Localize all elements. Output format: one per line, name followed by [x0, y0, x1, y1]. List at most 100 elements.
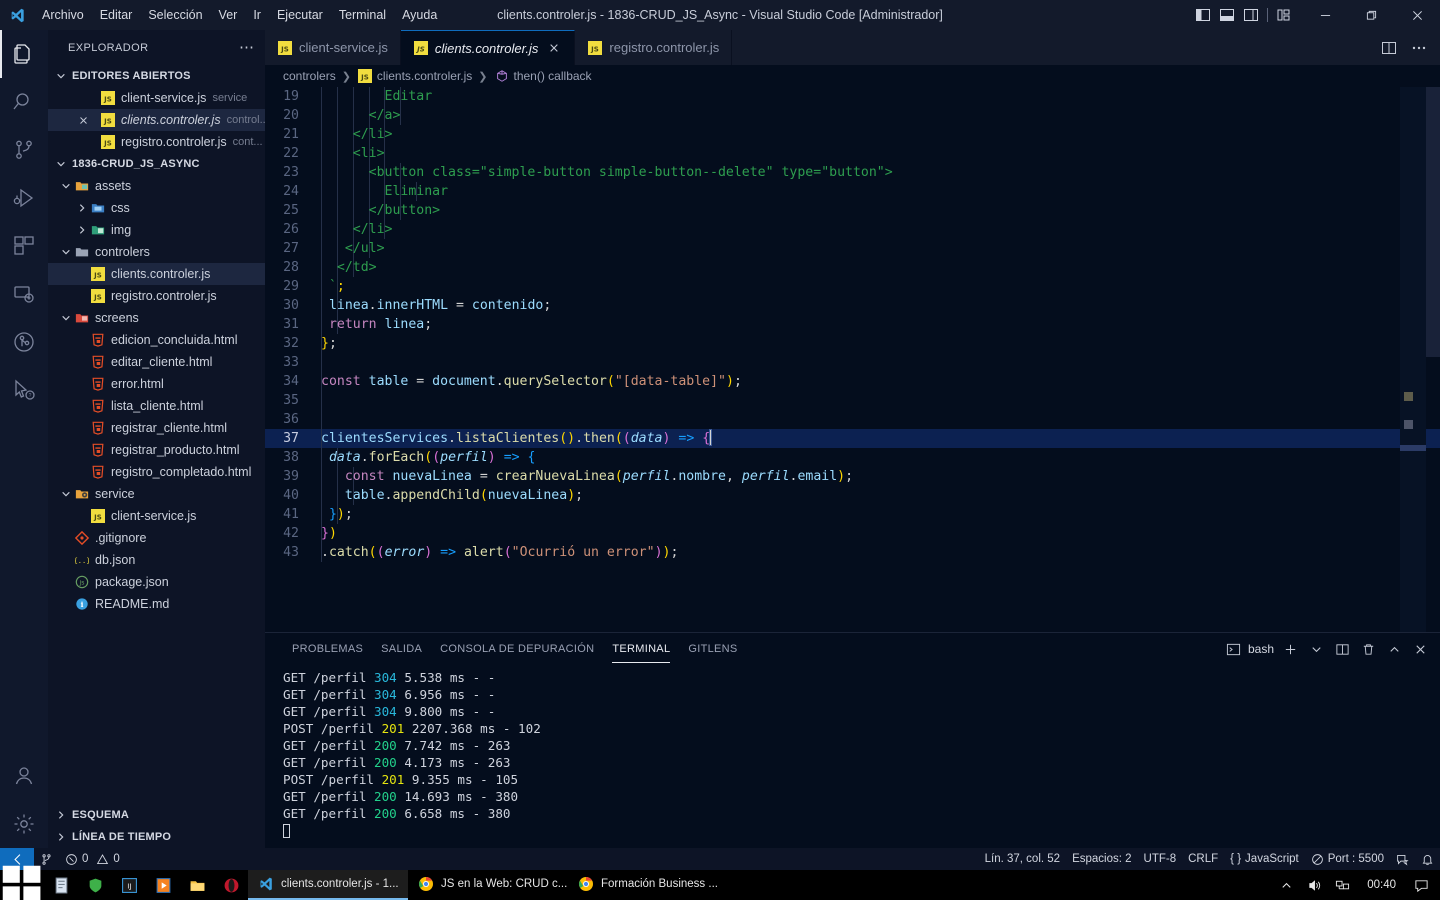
code-line[interactable]: 22 <li> — [265, 144, 1440, 163]
section-esquema[interactable]: ESQUEMA — [48, 804, 265, 826]
tab-close-icon[interactable] — [546, 40, 562, 56]
code-line[interactable]: 32}; — [265, 334, 1440, 353]
split-editor-icon[interactable] — [1376, 30, 1402, 65]
code-line[interactable]: 31 return linea; — [265, 315, 1440, 334]
code-line[interactable]: 38 data.forEach((perfil) => { — [265, 448, 1440, 467]
tree-folder[interactable]: controlers — [48, 241, 265, 263]
code-line[interactable]: 26 </li> — [265, 220, 1440, 239]
notepad-icon[interactable] — [44, 870, 78, 900]
chevron-down-icon[interactable] — [58, 244, 74, 260]
status-live-server[interactable]: Port : 5500 — [1305, 848, 1390, 870]
code-line[interactable]: 33 — [265, 353, 1440, 372]
tree-folder[interactable]: css — [48, 197, 265, 219]
maximize-button[interactable] — [1348, 0, 1394, 30]
toggle-panel-icon[interactable] — [1215, 0, 1239, 30]
kill-terminal-icon[interactable] — [1356, 633, 1380, 665]
tree-folder[interactable]: screens — [48, 307, 265, 329]
code-line[interactable]: 41 }); — [265, 505, 1440, 524]
menu-editar[interactable]: Editar — [92, 0, 141, 30]
shield-icon[interactable] — [78, 870, 112, 900]
tree-file[interactable]: i README.md — [48, 593, 265, 615]
tree-file[interactable]: registrar_cliente.html — [48, 417, 265, 439]
feedback-icon[interactable] — [1390, 848, 1415, 870]
tree-folder[interactable]: service — [48, 483, 265, 505]
sidebar-item-extensions[interactable] — [0, 222, 48, 270]
chevron-up-icon[interactable] — [1273, 870, 1299, 900]
tab-client-service[interactable]: JS client-service.js — [265, 30, 401, 65]
tree-file[interactable]: lista_cliente.html — [48, 395, 265, 417]
chevron-right-icon[interactable] — [74, 200, 90, 216]
menu-terminal[interactable]: Terminal — [331, 0, 394, 30]
chevron-right-icon[interactable] — [74, 222, 90, 238]
chevron-down-icon[interactable] — [58, 178, 74, 194]
code-line[interactable]: 30 linea.innerHTML = contenido; — [265, 296, 1440, 315]
tab-gitlens[interactable]: GITLENS — [679, 633, 746, 665]
sidebar-item-remote-explorer[interactable] — [0, 270, 48, 318]
sidebar-item-live-share[interactable]: ? — [0, 366, 48, 414]
code-line[interactable]: 37 clientesServices.listaClientes().then(… — [265, 429, 1440, 448]
tree-file[interactable]: JS clients.controler.js — [48, 263, 265, 285]
code-line[interactable]: 29 `; — [265, 277, 1440, 296]
action-center-icon[interactable] — [1408, 870, 1434, 900]
tree-folder[interactable]: img — [48, 219, 265, 241]
settings-gear-icon[interactable] — [0, 800, 48, 848]
sidebar-more-actions-icon[interactable]: ⋯ — [239, 40, 255, 55]
menu-seleccion[interactable]: Selección — [140, 0, 210, 30]
close-panel-icon[interactable] — [1408, 633, 1432, 665]
code-editor[interactable]: 19 Editar 20 </a> 21 </li> 22 <li> 23 <butto… — [265, 87, 1440, 662]
code-line[interactable]: 34 const table = document.querySelector("… — [265, 372, 1440, 391]
minimap[interactable] — [1400, 87, 1426, 662]
tree-file[interactable]: js package.json — [48, 571, 265, 593]
new-terminal-icon[interactable] — [1278, 633, 1302, 665]
status-problems[interactable]: 0 0 — [59, 848, 126, 870]
code-line[interactable]: 40 table.appendChild(nuevaLinea); — [265, 486, 1440, 505]
open-editor-client-service[interactable]: JS client-service.js service — [48, 87, 265, 109]
sidebar-item-explorer[interactable] — [0, 30, 48, 78]
code-line[interactable]: 23 <button class="simple-button simple-b… — [265, 163, 1440, 182]
tab-consola-depuracion[interactable]: CONSOLA DE DEPURACIÓN — [431, 633, 603, 665]
tree-file[interactable]: JS registro.controler.js — [48, 285, 265, 307]
tree-file[interactable]: edicion_concluida.html — [48, 329, 265, 351]
tab-clients-controler[interactable]: JS clients.controler.js — [400, 30, 576, 65]
section-linea-de-tiempo[interactable]: LÍNEA DE TIEMPO — [48, 826, 265, 848]
menu-archivo[interactable]: Archivo — [34, 0, 92, 30]
close-button[interactable] — [1394, 0, 1440, 30]
status-eol[interactable]: CRLF — [1182, 848, 1224, 870]
network-icon[interactable] — [1329, 870, 1355, 900]
breadcrumb-symbol[interactable]: then() callback — [494, 69, 592, 83]
menu-ver[interactable]: Ver — [211, 0, 246, 30]
code-line[interactable]: 27 </ul> — [265, 239, 1440, 258]
tab-salida[interactable]: SALIDA — [372, 633, 431, 665]
code-line[interactable]: 35 — [265, 391, 1440, 410]
status-indentation[interactable]: Espacios: 2 — [1066, 848, 1137, 870]
menu-bar[interactable]: Archivo Editar Selección Ver Ir Ejecutar… — [34, 0, 445, 30]
customize-layout-icon[interactable] — [1272, 0, 1296, 30]
code-line[interactable]: 19 Editar — [265, 87, 1440, 106]
taskbar-app-vscode[interactable]: clients.controler.js - 1... — [248, 870, 408, 900]
taskbar-app-chrome-2[interactable]: Formación Business ... — [568, 870, 728, 900]
file-explorer-icon[interactable] — [180, 870, 214, 900]
tab-problemas[interactable]: PROBLEMAS — [283, 633, 372, 665]
tree-file[interactable]: JS client-service.js — [48, 505, 265, 527]
chevron-down-icon[interactable] — [58, 486, 74, 502]
chevron-down-icon[interactable] — [58, 310, 74, 326]
sidebar-item-search[interactable] — [0, 78, 48, 126]
code-line[interactable]: 43 .catch((error) => alert("Ocurrió un er… — [265, 543, 1440, 562]
code-line[interactable]: 39 const nuevaLinea = crearNuevaLinea(pe… — [265, 467, 1440, 486]
terminal-shell-icon[interactable] — [1222, 633, 1246, 665]
sidebar-item-source-control[interactable] — [0, 126, 48, 174]
breadcrumb-file[interactable]: JS clients.controler.js — [357, 69, 472, 83]
terminal-output[interactable]: GET /perfil 304 5.538 ms - - GET /perfil … — [283, 669, 1426, 844]
volume-icon[interactable] — [1301, 870, 1327, 900]
tree-file[interactable]: error.html — [48, 373, 265, 395]
code-line[interactable]: 20 </a> — [265, 106, 1440, 125]
tree-file[interactable]: registro_completado.html — [48, 461, 265, 483]
taskbar-clock[interactable]: 00:40 — [1357, 879, 1406, 891]
sidebar-item-gitlens[interactable] — [0, 318, 48, 366]
terminal-dropdown-icon[interactable] — [1304, 633, 1328, 665]
tree-file[interactable]: registrar_producto.html — [48, 439, 265, 461]
open-editor-registro-controler[interactable]: JS registro.controler.js cont... — [48, 131, 265, 153]
code-line[interactable]: 21 </li> — [265, 125, 1440, 144]
code-line[interactable]: 24 Eliminar — [265, 182, 1440, 201]
tab-terminal[interactable]: TERMINAL — [603, 633, 679, 665]
